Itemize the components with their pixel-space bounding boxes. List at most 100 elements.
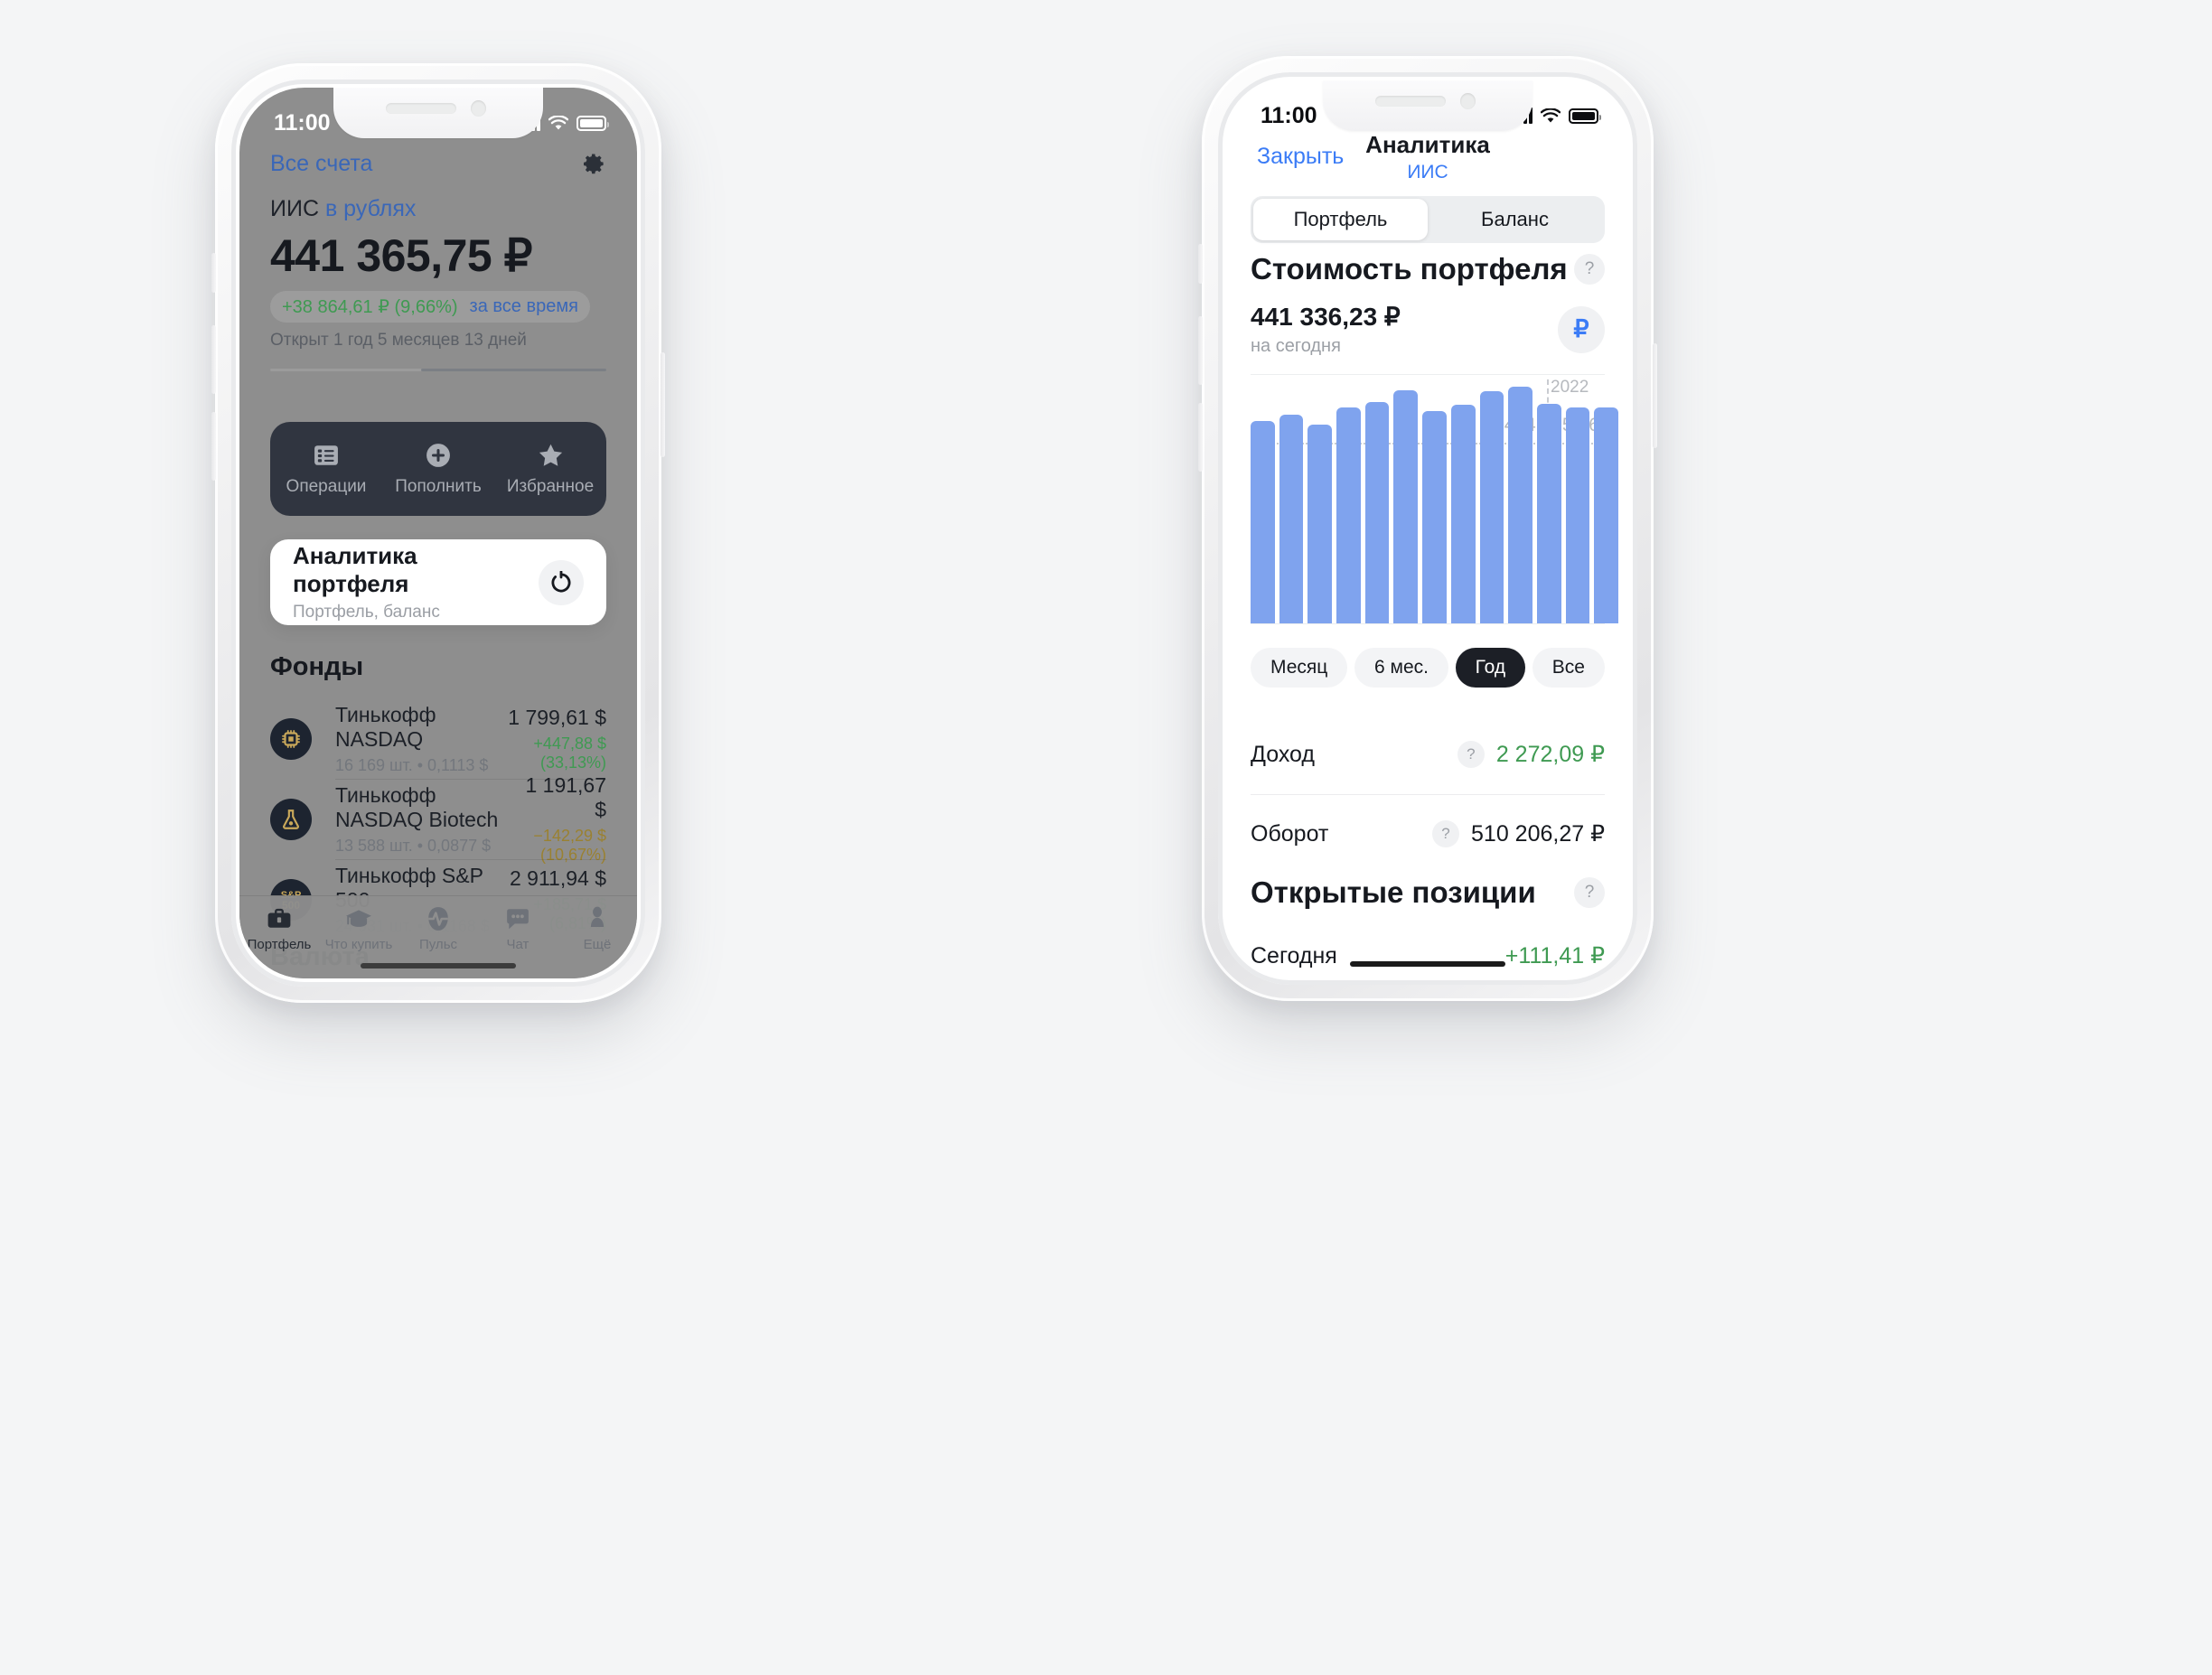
tab-portfolio-label: Портфель [247,937,312,952]
table-row[interactable]: Тинькофф NASDAQ 16 169 шт. • 0,1113 $ 1 … [270,698,606,779]
tab-portfolio[interactable]: Портфель [239,904,319,952]
mockup-stage: 11:00 Все счета ИИС в рублях 441 365,75 … [0,0,2212,1675]
tab-more[interactable]: Ещё [558,904,637,952]
period-month[interactable]: Месяц [1251,648,1348,688]
currency-toggle-button[interactable]: ₽ [1558,305,1605,353]
refresh-icon [551,570,571,592]
action-favorites[interactable]: Избранное [494,442,606,497]
battery-icon [1569,108,1601,124]
position-today-values: +111,41 ₽ [1505,942,1605,969]
question-mark-icon[interactable]: ? [1432,820,1460,847]
all-accounts-link[interactable]: Все счета [270,151,372,177]
list-icon [270,442,382,469]
chart-bar[interactable] [1308,425,1333,623]
tab-chat[interactable]: Чат [478,904,558,952]
question-mark-icon[interactable]: ? [1574,254,1605,285]
tab-pulse[interactable]: Пульс [398,904,478,952]
table-row[interactable]: Тинькофф NASDAQ Biotech 13 588 шт. • 0,0… [270,773,606,864]
left-top-nav: Все счета [239,138,637,189]
wifi-icon [548,115,568,129]
chart-bar[interactable] [1536,404,1561,623]
person-icon [558,904,637,933]
tab-pulse-label: Пульс [418,937,458,952]
chart-bar[interactable] [1336,407,1361,623]
chart-bar[interactable] [1508,387,1532,623]
action-operations[interactable]: Операции [270,442,382,497]
fund-name: Тинькофф NASDAQ [335,702,436,751]
chart-bar[interactable] [1565,407,1590,623]
action-operations-label: Операции [286,476,367,496]
notch [333,88,543,138]
page-subtitle[interactable]: ИИС [1226,162,1629,183]
tab-what-to-buy[interactable]: Что купить [319,904,398,952]
metric-income-row[interactable]: Доход ? 2 272,09 ₽ [1251,715,1605,794]
account-change-chip[interactable]: +38 864,61 ₽ (9,66%) за все время [270,291,590,323]
portfolio-chart: 2022 474 455,26 ₽ [1226,374,1629,624]
portfolio-value-row: 441 336,23 ₽ на сегодня ₽ [1251,302,1605,357]
action-topup[interactable]: Пополнить [382,442,494,497]
analytics-card[interactable]: Аналитика портфеля Портфель, баланс [270,539,606,625]
account-currency-link[interactable]: в рублях [325,196,416,221]
account-opened-label: Открыт 1 год 5 месяцев 13 дней [270,331,527,350]
analytics-card-text: Аналитика портфеля Портфель, баланс [293,542,539,622]
chart-top-divider [1251,374,1605,375]
chart-bar[interactable] [1279,415,1304,623]
analytics-screen: 11:00 Закрыть Аналитика ИИС Портфель Бал… [1226,80,1629,977]
home-indicator[interactable] [361,963,516,969]
mute-switch [1198,244,1203,284]
analytics-refresh-button[interactable] [539,559,584,605]
chart-bar[interactable] [1479,390,1504,623]
segmented-control: Портфель Баланс [1251,196,1605,243]
fund-value: 1 799,61 $ [508,705,606,729]
fund-details: 16 169 шт. • 0,1113 $ [335,755,489,774]
volume-up-button [1198,316,1203,385]
notch [1323,80,1532,131]
metric-turnover-row[interactable]: Оборот ? 510 206,27 ₽ [1251,794,1605,874]
metric-income-values: ? 2 272,09 ₽ [1457,741,1605,768]
period-all[interactable]: Все [1532,648,1605,688]
star-icon [494,442,606,469]
question-mark-icon[interactable]: ? [1574,877,1605,908]
chart-bar[interactable] [1450,405,1476,623]
tab-balance[interactable]: Баланс [1428,199,1602,240]
account-progress-bar [270,369,606,371]
front-camera [1460,93,1476,109]
graduation-cap-icon [319,904,398,933]
power-button [1653,343,1657,448]
phone-right-body: 11:00 Закрыть Аналитика ИИС Портфель Бал… [1218,72,1637,985]
account-summary: ИИС в рублях 441 365,75 ₽ +38 864,61 ₽ (… [270,196,606,371]
phone-right: 11:00 Закрыть Аналитика ИИС Портфель Бал… [1198,56,1657,1001]
mute-switch [211,253,216,293]
portfolio-amount: 441 336,23 ₽ [1251,303,1401,331]
quick-actions-panel: Операции Пополнить Избранное [270,422,606,516]
chart-bar[interactable] [1393,389,1419,623]
chart-bar[interactable] [1364,401,1390,623]
chart-bar[interactable] [1251,421,1275,623]
plus-circle-icon [382,442,494,469]
phone-right-screen: 11:00 Закрыть Аналитика ИИС Портфель Бал… [1226,80,1629,977]
fund-details: 13 588 шт. • 0,0877 $ [335,836,492,855]
fund-name: Тинькофф NASDAQ Biotech [335,782,499,831]
chart-bar[interactable] [1422,411,1447,623]
metric-turnover-value: 510 206,27 ₽ [1471,821,1605,847]
account-balance: 441 365,75 ₽ [270,230,532,281]
account-change-value: +38 864,61 ₽ (9,66%) [282,297,458,317]
metric-income-value: 2 272,09 ₽ [1495,742,1605,767]
open-positions-header: Открытые позиции ? [1251,875,1605,910]
fund-values: 1 799,61 $ +447,88 $ (33,13%) [492,706,606,772]
earpiece-speaker [386,103,456,114]
open-positions-heading: Открытые позиции [1251,875,1536,909]
period-6months[interactable]: 6 мес. [1354,648,1448,688]
gear-icon[interactable] [581,151,606,176]
flask-icon [270,798,312,840]
position-today-row[interactable]: Сегодня +111,41 ₽ [1251,916,1605,977]
home-indicator[interactable] [1350,961,1505,967]
portfolio-value-text: 441 336,23 ₽ на сегодня [1251,302,1401,357]
period-year[interactable]: Год [1455,648,1526,688]
battery-icon [576,115,609,131]
fund-value: 1 191,67 $ [525,773,606,821]
metric-income-label: Доход [1251,741,1315,767]
chart-bar[interactable] [1594,407,1618,623]
question-mark-icon[interactable]: ? [1457,741,1485,768]
tab-portfolio[interactable]: Портфель [1253,199,1428,240]
